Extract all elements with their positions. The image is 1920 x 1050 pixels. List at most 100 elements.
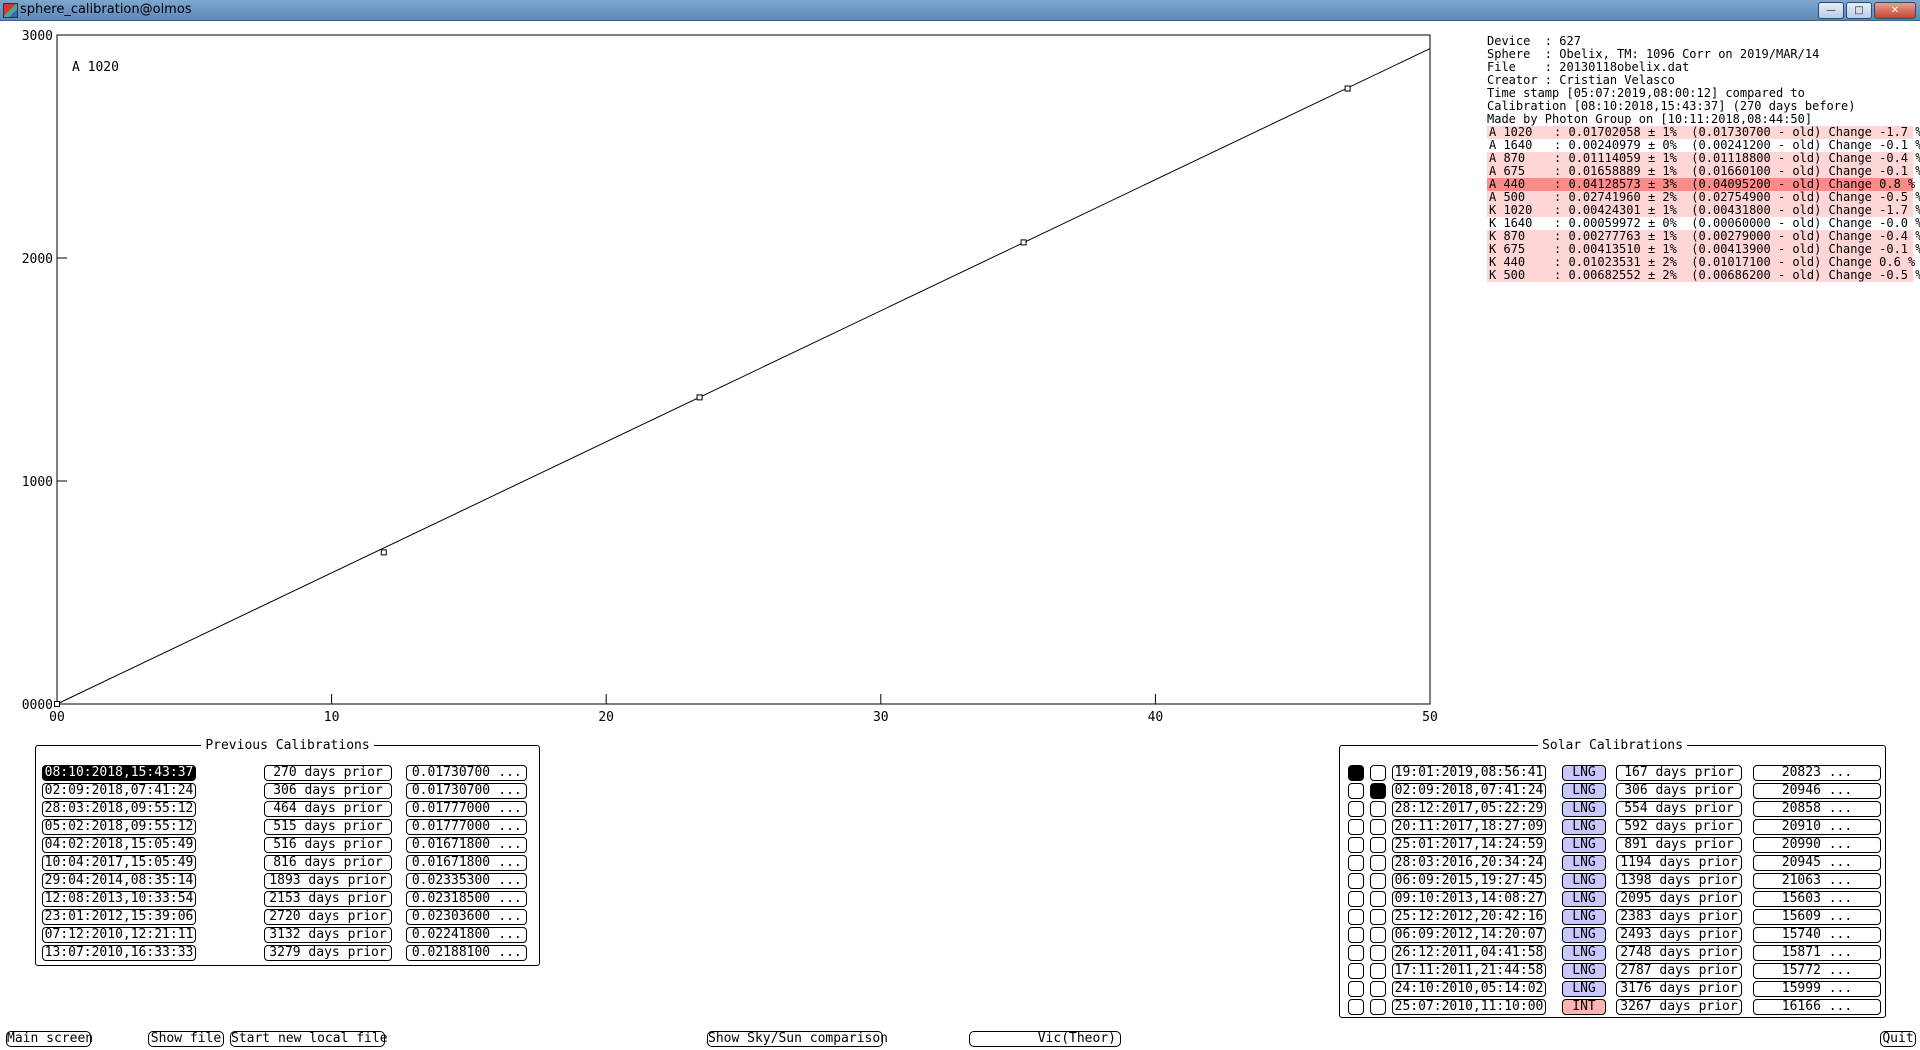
- previous-calibration-more-button[interactable]: ...: [494, 783, 527, 799]
- solar-calibration-days[interactable]: 2383 days prior: [1616, 909, 1742, 925]
- solar-select-radio-primary[interactable]: [1348, 963, 1364, 979]
- previous-calibration-value[interactable]: 0.02318500: [406, 891, 495, 907]
- solar-calibration-date[interactable]: 06:09:2015,19:27:45: [1392, 873, 1546, 889]
- solar-select-radio-secondary[interactable]: [1370, 909, 1386, 925]
- previous-calibration-date[interactable]: 23:01:2012,15:39:06: [42, 909, 196, 925]
- previous-calibration-value[interactable]: 0.01777000: [406, 801, 495, 817]
- previous-calibration-value[interactable]: 0.02241800: [406, 927, 495, 943]
- solar-select-radio-secondary[interactable]: [1370, 765, 1386, 781]
- solar-calibration-date[interactable]: 24:10:2010,05:14:02: [1392, 981, 1546, 997]
- solar-calibration-days[interactable]: 1194 days prior: [1616, 855, 1742, 871]
- window-titlebar[interactable]: sphere_calibration@olmos — □ ✕: [0, 0, 1920, 21]
- solar-select-radio-secondary[interactable]: [1370, 927, 1386, 943]
- previous-calibration-more-button[interactable]: ...: [494, 819, 527, 835]
- previous-calibration-more-button[interactable]: ...: [494, 873, 527, 889]
- solar-calibration-value[interactable]: 15603 ...: [1753, 891, 1881, 907]
- solar-select-radio-secondary[interactable]: [1370, 855, 1386, 871]
- previous-calibration-value[interactable]: 0.02303600: [406, 909, 495, 925]
- previous-calibration-date[interactable]: 04:02:2018,15:05:49: [42, 837, 196, 853]
- solar-calibration-value[interactable]: 15772 ...: [1753, 963, 1881, 979]
- solar-select-radio-primary[interactable]: [1348, 909, 1364, 925]
- previous-calibration-days[interactable]: 515 days prior: [264, 819, 392, 835]
- solar-select-radio-primary[interactable]: [1348, 819, 1364, 835]
- solar-calibration-days[interactable]: 306 days prior: [1616, 783, 1742, 799]
- solar-calibration-type-badge[interactable]: LNG: [1562, 819, 1606, 835]
- previous-calibration-value[interactable]: 0.01730700: [406, 783, 495, 799]
- maximize-button[interactable]: □: [1846, 2, 1872, 19]
- solar-select-radio-primary[interactable]: [1348, 891, 1364, 907]
- previous-calibration-more-button[interactable]: ...: [494, 927, 527, 943]
- solar-calibration-type-badge[interactable]: LNG: [1562, 765, 1606, 781]
- solar-calibration-days[interactable]: 3176 days prior: [1616, 981, 1742, 997]
- solar-select-radio-secondary[interactable]: [1370, 891, 1386, 907]
- solar-calibration-type-badge[interactable]: LNG: [1562, 837, 1606, 853]
- previous-calibration-value[interactable]: 0.01730700: [406, 765, 495, 781]
- previous-calibration-date[interactable]: 28:03:2018,09:55:12: [42, 801, 196, 817]
- solar-calibration-type-badge[interactable]: LNG: [1562, 927, 1606, 943]
- solar-calibration-date[interactable]: 09:10:2013,14:08:27: [1392, 891, 1546, 907]
- previous-calibration-value[interactable]: 0.02335300: [406, 873, 495, 889]
- previous-calibration-more-button[interactable]: ...: [494, 765, 527, 781]
- solar-calibration-days[interactable]: 2748 days prior: [1616, 945, 1742, 961]
- solar-calibration-date[interactable]: 17:11:2011,21:44:58: [1392, 963, 1546, 979]
- previous-calibration-date[interactable]: 02:09:2018,07:41:24: [42, 783, 196, 799]
- solar-calibration-days[interactable]: 167 days prior: [1616, 765, 1742, 781]
- vic-theor-button[interactable]: Vic(Theor): [969, 1031, 1121, 1047]
- solar-select-radio-secondary[interactable]: [1370, 945, 1386, 961]
- solar-calibration-value[interactable]: 15740 ...: [1753, 927, 1881, 943]
- solar-calibration-value[interactable]: 16166 ...: [1753, 999, 1881, 1015]
- previous-calibration-more-button[interactable]: ...: [494, 801, 527, 817]
- previous-calibration-value[interactable]: 0.01671800: [406, 837, 495, 853]
- solar-calibration-type-badge[interactable]: LNG: [1562, 891, 1606, 907]
- previous-calibration-days[interactable]: 464 days prior: [264, 801, 392, 817]
- main-screen-button[interactable]: Main screen: [6, 1031, 93, 1047]
- previous-calibration-date[interactable]: 05:02:2018,09:55:12: [42, 819, 196, 835]
- previous-calibration-date[interactable]: 10:04:2017,15:05:49: [42, 855, 196, 871]
- solar-calibration-value[interactable]: 20823 ...: [1753, 765, 1881, 781]
- solar-calibration-date[interactable]: 06:09:2012,14:20:07: [1392, 927, 1546, 943]
- solar-calibration-days[interactable]: 554 days prior: [1616, 801, 1742, 817]
- show-file-button[interactable]: Show file: [148, 1031, 224, 1047]
- previous-calibration-date[interactable]: 29:04:2014,08:35:14: [42, 873, 196, 889]
- solar-calibration-date[interactable]: 19:01:2019,08:56:41: [1392, 765, 1546, 781]
- solar-select-radio-primary[interactable]: [1348, 999, 1364, 1015]
- solar-calibration-type-badge[interactable]: LNG: [1562, 873, 1606, 889]
- solar-calibration-type-badge[interactable]: LNG: [1562, 963, 1606, 979]
- previous-calibration-days[interactable]: 306 days prior: [264, 783, 392, 799]
- minimize-button[interactable]: —: [1818, 2, 1844, 19]
- solar-calibration-days[interactable]: 2095 days prior: [1616, 891, 1742, 907]
- solar-calibration-value[interactable]: 20858 ...: [1753, 801, 1881, 817]
- solar-calibration-date[interactable]: 26:12:2011,04:41:58: [1392, 945, 1546, 961]
- previous-calibration-more-button[interactable]: ...: [494, 855, 527, 871]
- solar-calibration-days[interactable]: 891 days prior: [1616, 837, 1742, 853]
- previous-calibration-days[interactable]: 2153 days prior: [264, 891, 392, 907]
- solar-calibration-type-badge[interactable]: LNG: [1562, 783, 1606, 799]
- solar-select-radio-primary[interactable]: [1348, 981, 1364, 997]
- quit-button[interactable]: Quit: [1880, 1031, 1916, 1047]
- previous-calibration-days[interactable]: 3132 days prior: [264, 927, 392, 943]
- solar-select-radio-secondary[interactable]: [1370, 783, 1386, 799]
- solar-select-radio-secondary[interactable]: [1370, 999, 1386, 1015]
- previous-calibration-date[interactable]: 08:10:2018,15:43:37: [42, 765, 196, 781]
- previous-calibration-days[interactable]: 2720 days prior: [264, 909, 392, 925]
- previous-calibration-days[interactable]: 3279 days prior: [264, 945, 392, 961]
- solar-calibration-days[interactable]: 2493 days prior: [1616, 927, 1742, 943]
- solar-calibration-type-badge[interactable]: INT: [1562, 999, 1606, 1015]
- solar-calibration-value[interactable]: 15999 ...: [1753, 981, 1881, 997]
- solar-calibration-days[interactable]: 2787 days prior: [1616, 963, 1742, 979]
- solar-select-radio-primary[interactable]: [1348, 783, 1364, 799]
- solar-calibration-value[interactable]: 20910 ...: [1753, 819, 1881, 835]
- solar-calibration-type-badge[interactable]: LNG: [1562, 945, 1606, 961]
- solar-select-radio-secondary[interactable]: [1370, 801, 1386, 817]
- solar-calibration-type-badge[interactable]: LNG: [1562, 909, 1606, 925]
- previous-calibration-value[interactable]: 0.01777000: [406, 819, 495, 835]
- close-button[interactable]: ✕: [1874, 2, 1916, 19]
- previous-calibration-value[interactable]: 0.02188100: [406, 945, 495, 961]
- show-sky-sun-comparison-button[interactable]: Show Sky/Sun comparison: [707, 1031, 888, 1047]
- solar-select-radio-primary[interactable]: [1348, 837, 1364, 853]
- previous-calibration-date[interactable]: 13:07:2010,16:33:33: [42, 945, 196, 961]
- solar-select-radio-secondary[interactable]: [1370, 837, 1386, 853]
- solar-select-radio-secondary[interactable]: [1370, 819, 1386, 835]
- solar-calibration-value[interactable]: 20945 ...: [1753, 855, 1881, 871]
- solar-select-radio-secondary[interactable]: [1370, 963, 1386, 979]
